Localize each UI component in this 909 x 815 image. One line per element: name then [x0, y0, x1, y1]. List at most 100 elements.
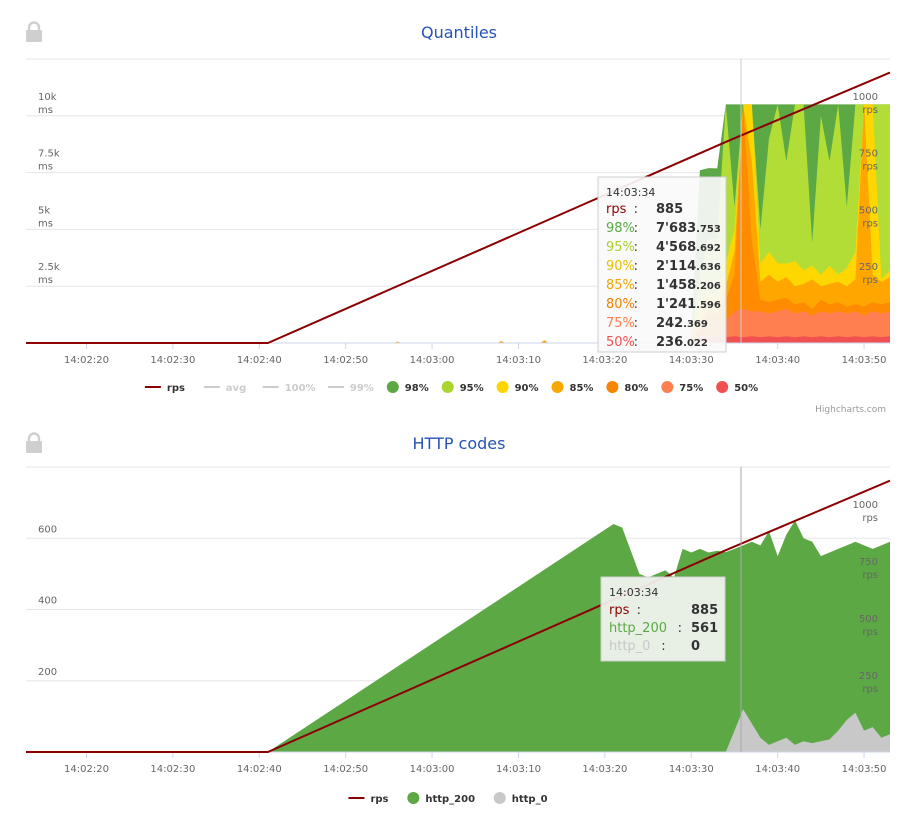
legend-item-http_200[interactable]: http_200	[407, 792, 475, 805]
tooltip-separator: :	[634, 221, 638, 236]
x-tick-label: 14:02:20	[64, 764, 109, 775]
chart-title: HTTP codes	[413, 434, 506, 453]
tooltip-label: 95%	[606, 240, 635, 255]
x-tick-label: 14:03:20	[582, 764, 627, 775]
y-tick-label: 2.5k	[38, 262, 60, 273]
tooltip-label: 75%	[606, 316, 635, 331]
x-tick-label: 14:03:40	[755, 355, 800, 366]
tooltip-time: 14:03:34	[606, 186, 655, 199]
y-tick-label: 600	[38, 524, 57, 535]
svg-text:50%: 50%	[734, 383, 758, 394]
tooltip-value: 1'458.206	[656, 278, 721, 293]
legend-item-100pct[interactable]: 100%	[262, 383, 316, 394]
tooltip-label: 90%	[606, 259, 635, 274]
legend-item-95pct[interactable]: 95%	[441, 381, 484, 394]
legend: rps http_200 http_0	[348, 792, 548, 805]
x-tick-label: 14:03:20	[582, 355, 627, 366]
tooltip: 14:03:34 rps:885http_200:561http_0:0	[600, 576, 726, 662]
tooltip-label: 85%	[606, 278, 635, 293]
tooltip-separator: :	[634, 240, 638, 255]
tooltip-value: 236.022	[656, 335, 708, 350]
svg-text:avg: avg	[226, 383, 246, 394]
x-tick-label: 14:02:50	[323, 764, 368, 775]
tooltip-value: 885	[691, 603, 718, 618]
y-right-tick-unit: rps	[862, 218, 878, 229]
x-tick-label: 14:03:30	[669, 355, 714, 366]
x-tick-label: 14:03:00	[410, 355, 455, 366]
y-right-tick-unit: rps	[862, 513, 878, 524]
y-tick-unit: ms	[38, 218, 53, 229]
svg-text:80%: 80%	[624, 383, 648, 394]
x-tick-label: 14:02:30	[150, 355, 195, 366]
y-right-tick-label: 500	[859, 205, 878, 216]
y-tick-unit: ms	[38, 162, 53, 173]
y-right-tick-unit: rps	[862, 162, 878, 173]
y-tick-label: 7.5k	[38, 149, 60, 160]
y-tick-label: 10k	[38, 92, 57, 103]
legend-item-99pct[interactable]: 99%	[327, 383, 374, 394]
y-right-tick-unit: rps	[862, 105, 878, 116]
tooltip-label: 98%	[606, 221, 635, 236]
x-tick-label: 14:03:50	[842, 355, 887, 366]
tooltip-label: http_200	[609, 621, 667, 636]
legend-item-http_0[interactable]: http_0	[493, 792, 548, 805]
lock-icon[interactable]	[26, 432, 42, 454]
tooltip-label: http_0	[609, 639, 650, 654]
tooltip-separator: :	[634, 297, 638, 312]
lock-icon[interactable]	[26, 21, 42, 43]
quantiles-chart: Quantiles 2.5k ms 5k ms 7.5k ms 10k ms 250 rps 500…	[26, 21, 891, 415]
y-tick-label: 200	[38, 667, 57, 678]
tooltip-time: 14:03:34	[609, 586, 658, 599]
x-tick-label: 14:03:40	[755, 764, 800, 775]
legend-item-avg[interactable]: avg	[203, 383, 246, 394]
http-codes-chart-panel: HTTP codes 200 400 600 250 rps 500 rps 750 rps 10…	[0, 420, 909, 811]
svg-text:95%: 95%	[460, 383, 484, 394]
tooltip-value: 561	[691, 621, 718, 636]
tooltip-value: 2'114.636	[656, 259, 721, 274]
svg-text:85%: 85%	[570, 383, 594, 394]
tooltip-separator: :	[634, 278, 638, 293]
svg-text:rps: rps	[370, 794, 388, 805]
x-tick-label: 14:03:10	[496, 764, 541, 775]
y-tick-label: 5k	[38, 205, 50, 216]
legend-item-85pct[interactable]: 85%	[551, 381, 594, 394]
y-tick-unit: ms	[38, 105, 53, 116]
svg-text:http_200: http_200	[425, 794, 475, 805]
legend-item-90pct[interactable]: 90%	[496, 381, 539, 394]
area-http_200	[26, 520, 890, 752]
x-tick-label: 14:03:10	[496, 355, 541, 366]
credits[interactable]: Highcharts.com	[815, 405, 886, 415]
y-right-tick-unit: rps	[862, 627, 878, 638]
x-tick-label: 14:03:30	[669, 764, 714, 775]
y-right-tick-label: 500	[859, 614, 878, 625]
tooltip-value: 242.369	[656, 316, 708, 331]
tooltip-value: 885	[656, 202, 683, 217]
svg-text:rps: rps	[167, 383, 185, 394]
tooltip-separator: :	[634, 335, 638, 350]
legend: rps avg 100% 99% 98% 95% 90% 85% 80% 75% 50%	[144, 381, 758, 394]
tooltip-label: 80%	[606, 297, 635, 312]
y-tick-unit: ms	[38, 275, 53, 286]
tooltip-separator: :	[634, 202, 638, 217]
tooltip-value: 0	[691, 639, 700, 654]
tooltip-separator: :	[637, 603, 641, 618]
tooltip-label: 50%	[606, 335, 635, 350]
legend-item-rps[interactable]: rps	[348, 794, 389, 805]
y-right-tick-label: 1000	[853, 92, 878, 103]
x-tick-label: 14:02:40	[237, 764, 282, 775]
y-right-tick-unit: rps	[862, 684, 878, 695]
legend-item-50pct[interactable]: 50%	[716, 381, 758, 394]
y-right-tick-label: 1000	[853, 500, 878, 511]
x-tick-label: 14:02:40	[237, 355, 282, 366]
legend-item-75pct[interactable]: 75%	[661, 381, 703, 394]
tooltip-value: 1'241.596	[656, 297, 721, 312]
tooltip-separator: :	[634, 259, 638, 274]
legend-item-80pct[interactable]: 80%	[606, 381, 648, 394]
legend-item-98pct[interactable]: 98%	[386, 381, 429, 394]
x-tick-label: 14:03:00	[410, 764, 455, 775]
tooltip-value: 7'683.753	[656, 221, 721, 236]
tooltip-separator: :	[634, 316, 638, 331]
y-right-tick-label: 250	[859, 262, 878, 273]
legend-item-rps[interactable]: rps	[144, 383, 185, 394]
y-right-tick-label: 250	[859, 671, 878, 682]
